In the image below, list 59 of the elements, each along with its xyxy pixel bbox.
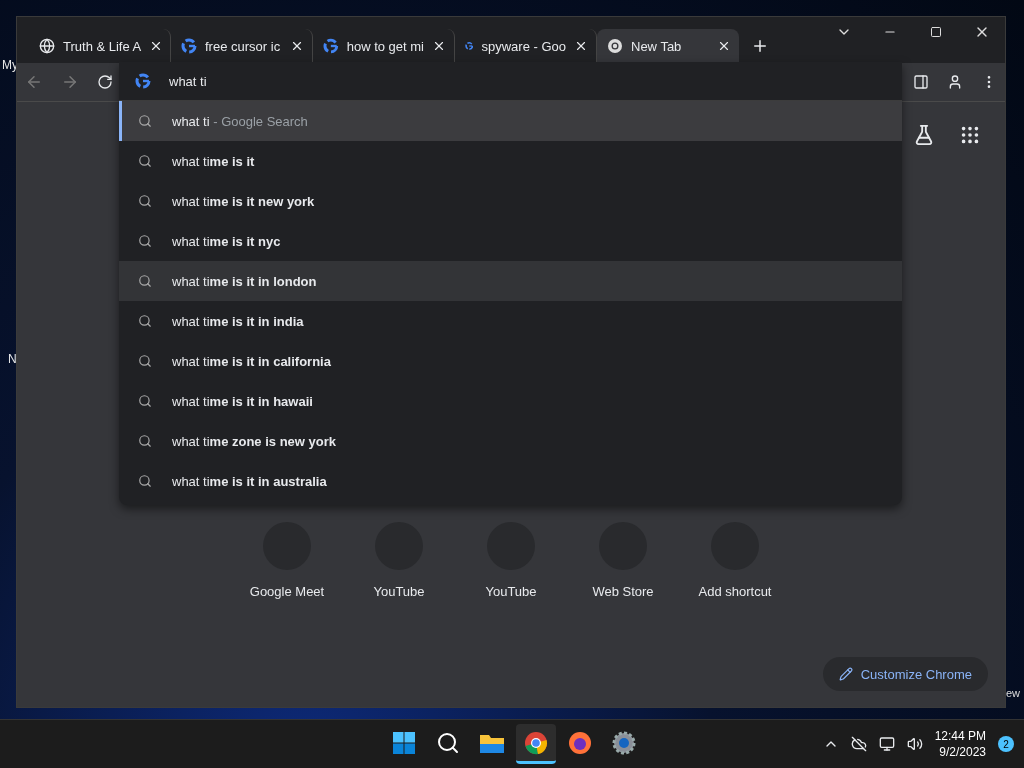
windows-icon: [392, 730, 416, 755]
browser-tab[interactable]: New Tab: [597, 29, 739, 63]
google-icon: [181, 38, 197, 54]
back-icon[interactable]: [25, 73, 43, 91]
reload-icon[interactable]: [97, 74, 113, 90]
customize-chrome-button[interactable]: Customize Chrome: [822, 657, 988, 691]
volume-icon[interactable]: [906, 736, 923, 752]
close-icon[interactable]: [432, 39, 446, 53]
notification-badge[interactable]: 2: [998, 736, 1014, 752]
search-icon: [138, 354, 152, 368]
close-icon[interactable]: [290, 39, 304, 53]
new-tab-icon[interactable]: [751, 37, 769, 55]
flask-icon[interactable]: [913, 124, 935, 146]
desktop-icon-label: N: [8, 352, 17, 366]
suggestion-item[interactable]: what time is it new york: [119, 181, 902, 221]
forward-icon[interactable]: [61, 73, 79, 91]
search-icon: [138, 314, 152, 328]
google-icon: [135, 73, 151, 89]
shortcut-label[interactable]: YouTube: [373, 584, 425, 599]
clock-date[interactable]: 9/2/2023: [939, 744, 986, 760]
suggestion-item[interactable]: what time is it nyc: [119, 221, 902, 261]
shortcut-label[interactable]: Web Store: [592, 584, 654, 599]
suggestion-item[interactable]: what time is it in california: [119, 341, 902, 381]
side-panel-icon[interactable]: [913, 74, 929, 90]
close-icon[interactable]: [717, 39, 731, 53]
suggestion-item[interactable]: what time is it in india: [119, 301, 902, 341]
suggestion-item[interactable]: what time zone is new york: [119, 421, 902, 461]
suggestion-item[interactable]: what time is it: [119, 141, 902, 181]
taskbar-app[interactable]: [516, 724, 556, 764]
suggestion-item[interactable]: what time is it in london: [119, 261, 902, 301]
chrome-icon: [524, 730, 548, 755]
pencil-icon: [838, 667, 853, 681]
globe-icon: [39, 38, 55, 54]
shortcut-label[interactable]: Add shortcut: [698, 584, 772, 599]
shortcut-label[interactable]: Google Meet: [249, 584, 325, 599]
suggestion-item[interactable]: what time is it in australia: [119, 461, 902, 501]
watermark-text: ew: [1005, 686, 1020, 700]
search-icon: [138, 234, 152, 248]
search-icon: [138, 154, 152, 168]
google-icon: [323, 38, 339, 54]
search-icon: [138, 434, 152, 448]
search-icon: [138, 194, 152, 208]
chrome-icon: [607, 38, 623, 54]
search-icon: [138, 394, 152, 408]
profile-icon[interactable]: [947, 74, 963, 90]
network-icon[interactable]: [878, 736, 895, 752]
close-icon[interactable]: [574, 39, 588, 53]
search-icon: [138, 474, 152, 488]
apps-icon[interactable]: [959, 124, 981, 146]
gear-icon: [612, 730, 636, 755]
clock-time[interactable]: 12:44 PM: [934, 728, 986, 744]
search-icon: [138, 274, 152, 288]
firefox-icon: [568, 730, 592, 755]
search-icon: [138, 114, 152, 128]
cloud-off-icon[interactable]: [850, 736, 867, 752]
shortcut-label[interactable]: YouTube: [485, 584, 537, 599]
suggestion-item[interactable]: what ti - Google Search: [119, 101, 902, 141]
search-icon: [436, 730, 460, 755]
suggestion-item[interactable]: what time is it in hawaii: [119, 381, 902, 421]
